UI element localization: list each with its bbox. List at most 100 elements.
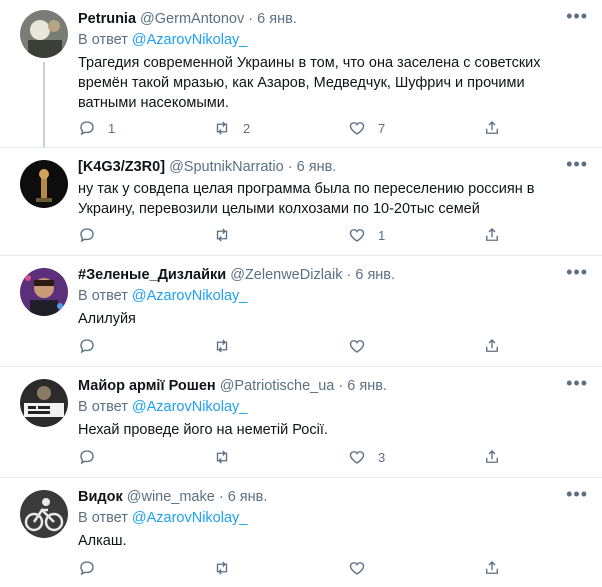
reply-icon bbox=[80, 450, 94, 465]
reply-prefix: В ответ bbox=[78, 510, 128, 526]
separator-dot: · bbox=[346, 267, 352, 283]
reply-mention[interactable]: @AzarovNikolay_ bbox=[132, 32, 247, 48]
reply-mention[interactable]: @AzarovNikolay_ bbox=[132, 399, 247, 415]
author-name[interactable]: Petrunia bbox=[78, 11, 136, 27]
like-icon bbox=[349, 562, 365, 575]
like-icon bbox=[349, 122, 365, 135]
retweet-button[interactable] bbox=[213, 559, 243, 577]
retweet-icon bbox=[216, 121, 228, 135]
retweet-icon bbox=[216, 228, 228, 242]
tweet-header: #Зеленые_Дизлайки @ZelenweDizlaik · 6 ян… bbox=[78, 266, 395, 285]
avatar[interactable] bbox=[20, 268, 68, 316]
like-icon bbox=[349, 451, 365, 464]
reply-mention[interactable]: @AzarovNikolay_ bbox=[132, 288, 247, 304]
reply-prefix: В ответ bbox=[78, 32, 128, 48]
tweet[interactable]: #Зеленые_Дизлайки @ZelenweDizlaik · 6 ян… bbox=[0, 256, 602, 367]
separator-dot: · bbox=[218, 489, 224, 505]
reply-button[interactable]: 1 bbox=[78, 119, 115, 137]
share-button[interactable] bbox=[483, 119, 501, 137]
tweet[interactable]: Майор армії Рошен @Patriotische_ua · 6 я… bbox=[0, 367, 602, 478]
separator-dot: · bbox=[248, 11, 254, 27]
tweet-header: [K4G3/Z3R0] @SputnikNarratio · 6 янв. bbox=[78, 158, 336, 177]
tweet[interactable]: Видок @wine_make · 6 янв. ••• В ответ @A… bbox=[0, 478, 602, 587]
share-icon bbox=[486, 228, 498, 241]
like-button[interactable]: 3 bbox=[348, 448, 385, 466]
like-icon bbox=[349, 340, 365, 353]
share-button[interactable] bbox=[483, 559, 501, 577]
retweet-button[interactable] bbox=[213, 448, 243, 466]
timestamp[interactable]: 6 янв. bbox=[347, 378, 387, 394]
author-handle[interactable]: @SputnikNarratio bbox=[169, 159, 284, 175]
author-name[interactable]: #Зеленые_Дизлайки bbox=[78, 267, 226, 283]
more-icon[interactable]: ••• bbox=[566, 6, 588, 27]
tweet-actions: 1 bbox=[78, 226, 508, 248]
reply-button[interactable] bbox=[78, 226, 108, 244]
retweet-button[interactable] bbox=[213, 226, 243, 244]
tweet[interactable]: [K4G3/Z3R0] @SputnikNarratio · 6 янв. ••… bbox=[0, 148, 602, 256]
more-icon[interactable]: ••• bbox=[566, 484, 588, 505]
author-handle[interactable]: @GermAntonov bbox=[140, 11, 244, 27]
like-button[interactable]: 7 bbox=[348, 119, 385, 137]
tweet-text: Нехай проведе його на неметій Росії. bbox=[78, 422, 328, 438]
author-handle[interactable]: @ZelenweDizlaik bbox=[230, 267, 342, 283]
share-icon bbox=[486, 450, 498, 463]
reply-count: 1 bbox=[108, 120, 116, 136]
reply-mention[interactable]: @AzarovNikolay_ bbox=[132, 510, 247, 526]
retweet-count: 2 bbox=[243, 120, 251, 136]
thread-connector bbox=[43, 62, 45, 147]
tweet-actions bbox=[78, 559, 508, 581]
reply-prefix: В ответ bbox=[78, 288, 128, 304]
tweet-text: Трагедия современной Украины в том, что … bbox=[78, 55, 541, 111]
author-handle[interactable]: @wine_make bbox=[127, 489, 215, 505]
share-icon bbox=[486, 339, 498, 352]
reply-icon bbox=[80, 561, 94, 576]
retweet-icon bbox=[216, 450, 228, 464]
tweet-text: Алкаш. bbox=[78, 533, 127, 549]
tweet-text: Алилуйя bbox=[78, 311, 136, 327]
separator-dot: · bbox=[287, 159, 293, 175]
author-name[interactable]: Майор армії Рошен bbox=[78, 378, 216, 394]
reply-button[interactable] bbox=[78, 559, 108, 577]
timestamp[interactable]: 6 янв. bbox=[228, 489, 268, 505]
more-icon[interactable]: ••• bbox=[566, 154, 588, 175]
retweet-button[interactable] bbox=[213, 337, 243, 355]
tweet-feed: Petrunia @GermAntonov · 6 янв. ••• В отв… bbox=[0, 0, 602, 587]
reply-context: В ответ @AzarovNikolay_ bbox=[78, 398, 247, 417]
tweet-text: ну так у совдепа целая программа была по… bbox=[78, 181, 535, 217]
share-button[interactable] bbox=[483, 337, 501, 355]
retweet-button[interactable]: 2 bbox=[213, 119, 250, 137]
tweet-actions: 1 2 7 bbox=[78, 119, 508, 141]
like-button[interactable]: 1 bbox=[348, 226, 385, 244]
share-icon bbox=[486, 121, 498, 134]
tweet[interactable]: Petrunia @GermAntonov · 6 янв. ••• В отв… bbox=[0, 0, 602, 148]
like-button[interactable] bbox=[348, 337, 378, 355]
reply-button[interactable] bbox=[78, 337, 108, 355]
retweet-icon bbox=[216, 561, 228, 575]
share-button[interactable] bbox=[483, 448, 501, 466]
reply-icon bbox=[80, 121, 94, 136]
author-name[interactable]: Видок bbox=[78, 489, 123, 505]
more-icon[interactable]: ••• bbox=[566, 373, 588, 394]
share-icon bbox=[486, 561, 498, 574]
author-name[interactable]: [K4G3/Z3R0] bbox=[78, 159, 165, 175]
tweet-header: Petrunia @GermAntonov · 6 янв. bbox=[78, 10, 297, 29]
author-handle[interactable]: @Patriotische_ua bbox=[220, 378, 335, 394]
timestamp[interactable]: 6 янв. bbox=[355, 267, 395, 283]
share-button[interactable] bbox=[483, 226, 501, 244]
more-icon[interactable]: ••• bbox=[566, 262, 588, 283]
avatar[interactable] bbox=[20, 490, 68, 538]
timestamp[interactable]: 6 янв. bbox=[257, 11, 297, 27]
like-count: 7 bbox=[378, 120, 386, 136]
reply-context: В ответ @AzarovNikolay_ bbox=[78, 287, 247, 306]
avatar[interactable] bbox=[20, 379, 68, 427]
reply-context: В ответ @AzarovNikolay_ bbox=[78, 509, 247, 528]
timestamp[interactable]: 6 янв. bbox=[297, 159, 337, 175]
avatar[interactable] bbox=[20, 160, 68, 208]
avatar[interactable] bbox=[20, 10, 68, 58]
tweet-actions bbox=[78, 337, 508, 359]
tweet-header: Видок @wine_make · 6 янв. bbox=[78, 488, 267, 507]
like-button[interactable] bbox=[348, 559, 378, 577]
reply-button[interactable] bbox=[78, 448, 108, 466]
reply-icon bbox=[80, 339, 94, 354]
retweet-icon bbox=[216, 339, 228, 353]
